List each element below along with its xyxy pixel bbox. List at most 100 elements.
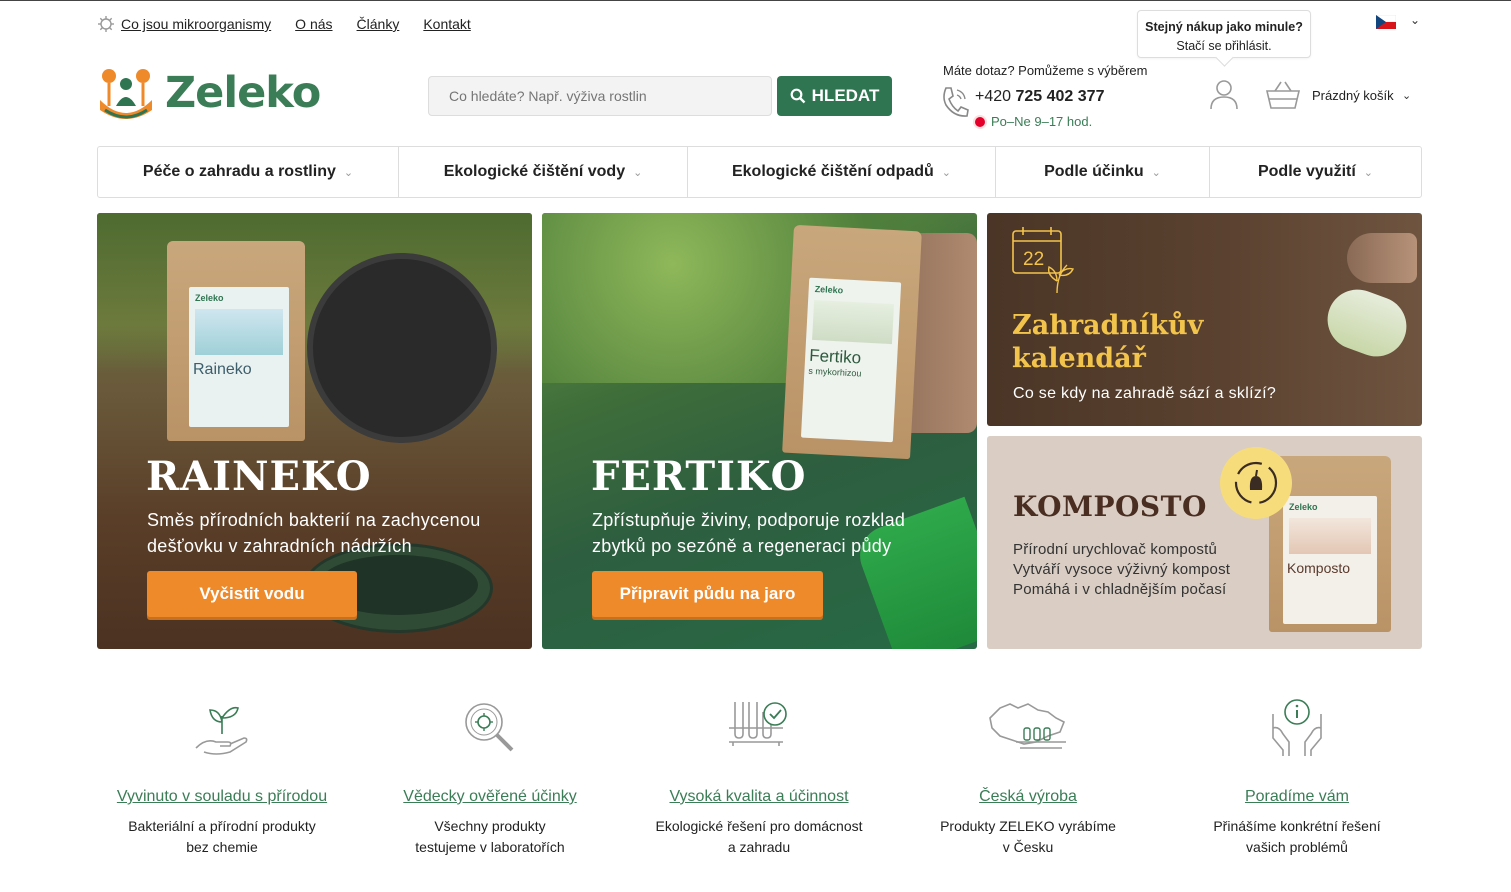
raineko-pouch-image: Zeleko Raineko (167, 241, 305, 441)
prepare-soil-button[interactable]: Připravit půdu na jaro (592, 571, 823, 617)
desc-line: testujeme v laboratořích (415, 839, 565, 855)
subtitle-line: zbytků po sezóně a regeneraci půdy (592, 536, 892, 556)
czech-flag-icon[interactable] (1376, 15, 1396, 29)
desc-line: bez chemie (186, 839, 258, 855)
desc-line: Všechny produkty (434, 818, 546, 834)
calendar-day: 22 (1023, 249, 1044, 270)
language-chevron-down-icon[interactable]: ⌄ (1410, 13, 1420, 27)
subtitle-line: Zpřístupňuje živiny, podporuje rozklad (592, 510, 906, 530)
top-links: Co jsou mikroorganismy O nás Články Kont… (97, 14, 471, 34)
nav-item-garden[interactable]: Péče o zahradu a rostliny ⌄ (98, 147, 399, 197)
nav-label: Podle účinku (1044, 163, 1144, 180)
desc-line: Ekologické řešení pro domácnost (655, 818, 863, 834)
raineko-title: RAINEKO (146, 453, 372, 500)
hours-text: Po–Ne 9–17 hod. (991, 114, 1093, 129)
pouch-brand: Zeleko (195, 293, 224, 303)
nav-item-effect[interactable]: Podle účinku ⌄ (996, 147, 1210, 197)
top-border (0, 0, 1511, 1)
fertiko-pouch-image: Zeleko Fertiko s mykorhizou (782, 224, 922, 460)
feature-desc: Přinášíme konkrétní řešení vašich problém… (1177, 816, 1417, 858)
search-input[interactable] (428, 76, 772, 116)
logo-text: Zeleko (165, 68, 321, 118)
nav-label: Ekologické čištění vody (443, 163, 626, 180)
desc-line: Produkty ZELEKO vyrábíme (940, 818, 1116, 834)
feature-title-link[interactable]: Vědecky ověřené účinky (370, 788, 610, 806)
feature-title-link[interactable]: Vyvinuto v souladu s přírodou (102, 788, 342, 806)
nav-item-waste[interactable]: Ekologické čištění odpadů ⌄ (688, 147, 996, 197)
cart-chevron-down-icon[interactable]: ⌄ (1402, 89, 1411, 102)
cart-label[interactable]: Prázdný košík (1312, 88, 1394, 103)
calendar-icon: 22 (1012, 227, 1075, 294)
chevron-down-icon: ⌄ (343, 166, 354, 179)
microbe-icon (98, 16, 114, 32)
text-line: Pomáhá i v chladnějším počasí (1013, 581, 1227, 598)
gardener-logo-icon (100, 69, 152, 119)
feature-desc: Ekologické řešení pro domácnost a zahradu (639, 816, 879, 858)
search-icon (790, 88, 806, 104)
pouch-brand: Zeleko (814, 283, 844, 296)
sprayer-image (1287, 233, 1422, 365)
nav-item-usage[interactable]: Podle využití ⌄ (1210, 147, 1421, 197)
chevron-down-icon: ⌄ (941, 166, 952, 179)
clean-water-button[interactable]: Vyčistit vodu (147, 571, 357, 617)
user-icon[interactable] (1208, 78, 1240, 110)
desc-line: Přinášíme konkrétní řešení (1213, 818, 1381, 834)
desc-line: v Česku (1002, 839, 1054, 855)
basket-icon[interactable] (1265, 80, 1301, 110)
feature-nature: Vyvinuto v souladu s přírodou Bakteriáln… (102, 698, 342, 858)
calendar-subtitle: Co se kdy na zahradě sází a sklízí? (1013, 385, 1277, 402)
feature-title-link[interactable]: Česká výroba (908, 788, 1148, 806)
nav-item-water[interactable]: Ekologické čištění vody ⌄ (399, 147, 688, 197)
nav-label: Péče o zahradu a rostliny (142, 163, 336, 180)
feature-science: Vědecky ověřené účinky Všechny produkty t… (370, 698, 610, 858)
help-question: Máte dotaz? Pomůžeme s výběrem (943, 63, 1148, 78)
hands-info-icon (1272, 699, 1322, 756)
banner-raineko[interactable]: Zeleko Raineko RAINEKO Směs přírodních b… (97, 213, 532, 649)
top-link-contact[interactable]: Kontakt (423, 16, 470, 32)
feature-title-link[interactable]: Poradíme vám (1177, 788, 1417, 806)
text-line: Přírodní urychlovač kompostů (1013, 541, 1218, 558)
pouch-name: Raineko (193, 361, 252, 378)
czech-map-icon (989, 703, 1066, 749)
feature-advice: Poradíme vám Přinášíme konkrétní řešení v… (1177, 698, 1417, 858)
komposto-text: Přírodní urychlovač kompostů Vytváří vys… (1013, 540, 1230, 600)
calendar-title: Zahradníkův kalendář (1012, 309, 1203, 375)
subtitle-line: Směs přírodních bakterií na zachycenou (147, 510, 481, 530)
chevron-down-icon: ⌄ (633, 166, 643, 179)
top-link-about[interactable]: O nás (295, 16, 332, 32)
phone-digits: 725 402 377 (1015, 88, 1105, 105)
banner-fertiko[interactable]: Zeleko Fertiko s mykorhizou FERTIKO Zpří… (542, 213, 977, 649)
title-line: kalendář (1012, 343, 1146, 374)
banner-komposto[interactable]: Zeleko Komposto KOMPOSTO Přírodní urychl… (987, 436, 1422, 649)
nav-label: Ekologické čištění odpadů (731, 163, 934, 180)
subtitle-line: dešťovku v zahradních nádržích (147, 536, 412, 556)
feature-title-link[interactable]: Vysoká kvalita a účinnost (639, 788, 879, 806)
pouch-name: Komposto (1287, 560, 1351, 576)
feature-quality: Vysoká kvalita a účinnost Ekologické řeš… (639, 698, 879, 858)
desc-line: vašich problémů (1246, 839, 1348, 855)
opening-hours: Po–Ne 9–17 hod. (975, 114, 1092, 129)
feature-desc: Bakteriální a přírodní produkty bez chemi… (102, 816, 342, 858)
fertiko-title: FERTIKO (591, 453, 807, 500)
top-link-articles[interactable]: Články (357, 16, 400, 32)
top-link-microorganisms[interactable]: Co jsou mikroorganismy (97, 15, 271, 33)
top-link-label[interactable]: Co jsou mikroorganismy (121, 16, 271, 32)
login-tooltip: Stejný nákup jako minule? Stačí se přihl… (1137, 10, 1311, 58)
phone-icon (943, 87, 969, 117)
status-dot-icon (975, 116, 985, 127)
logo[interactable]: Zeleko (97, 66, 321, 120)
phone-number[interactable]: +420 725 402 377 (975, 88, 1104, 106)
phone-prefix: +420 (975, 88, 1016, 105)
chevron-down-icon: ⌄ (1151, 166, 1161, 179)
komposto-title: KOMPOSTO (1013, 490, 1207, 523)
banner-calendar[interactable]: 22 Zahradníkův kalendář Co se kdy na zah… (987, 213, 1422, 426)
desc-line: Bakteriální a přírodní produkty (128, 818, 316, 834)
magnifier-bacteria-icon (465, 703, 514, 752)
tooltip-text: Stačí se přihlásit. (1176, 39, 1272, 53)
compost-cycle-icon (1220, 447, 1292, 519)
search-button[interactable]: HLEDAT (777, 76, 892, 116)
nav-label: Podle využití (1257, 163, 1356, 180)
raineko-subtitle: Směs přírodních bakterií na zachycenou d… (147, 507, 481, 559)
fertiko-subtitle: Zpřístupňuje živiny, podporuje rozklad z… (592, 507, 905, 559)
main-nav: Péče o zahradu a rostliny ⌄ Ekologické či… (97, 146, 1422, 198)
